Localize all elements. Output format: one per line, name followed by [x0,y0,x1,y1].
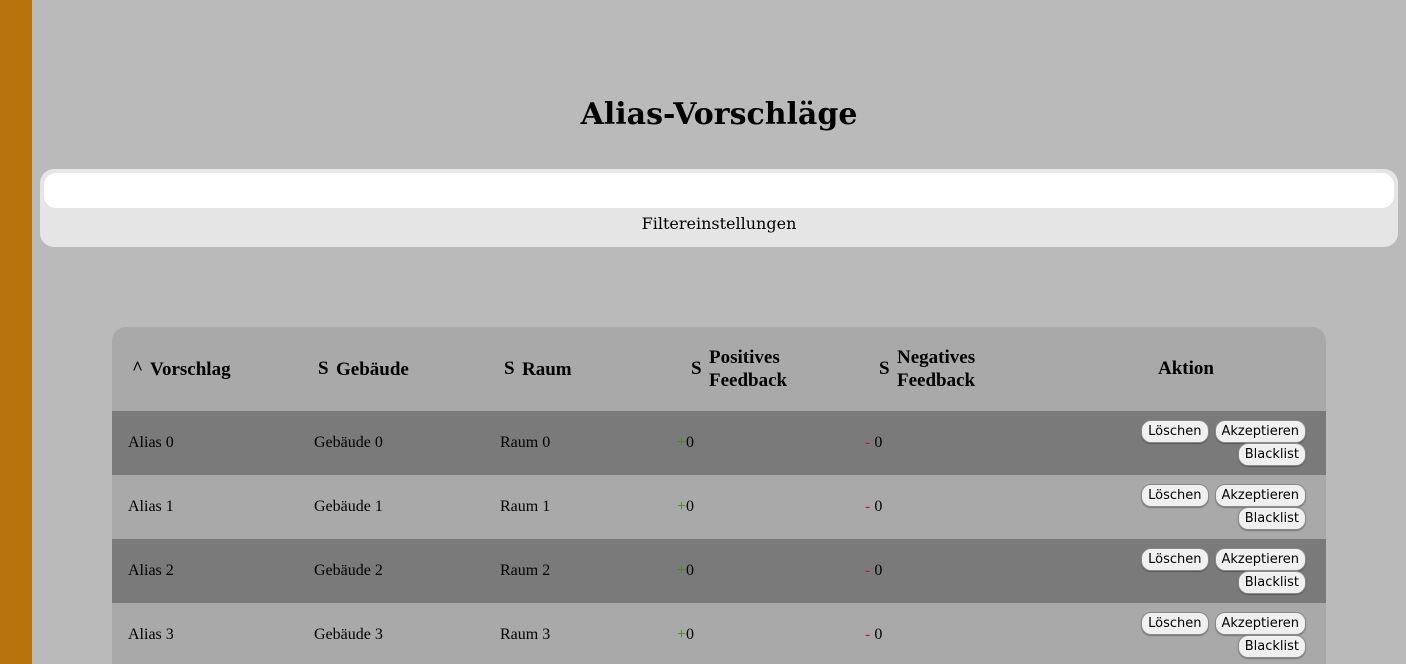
plus-sign: + [677,562,687,579]
cell-positive-feedback: +0 [671,475,859,539]
cell-negative-feedback: -0 [859,411,1046,475]
positive-count: 0 [686,434,695,451]
sort-indicator[interactable]: ^ [112,358,150,380]
table-row: Alias 2 Gebäude 2 Raum 2 +0 -0 Löschen Ak… [112,539,1326,603]
cell-negative-feedback: -0 [859,475,1046,539]
column-header-raum[interactable]: S Raum [484,327,671,411]
blacklist-button[interactable]: Blacklist [1237,507,1306,530]
cell-negative-feedback: -0 [859,603,1046,664]
column-header-aktion: Aktion [1046,327,1326,411]
cell-gebaeude: Gebäude 1 [314,498,383,515]
table-row: Alias 0 Gebäude 0 Raum 0 +0 -0 Löschen Ak… [112,411,1326,475]
accept-button[interactable]: Akzeptieren [1214,420,1306,443]
filter-input[interactable] [44,173,1394,208]
negative-count: 0 [874,434,883,451]
delete-button[interactable]: Löschen [1141,548,1209,571]
column-label: Vorschlag [150,358,231,380]
cell-raum: Raum 2 [500,562,551,579]
minus-sign: - [865,626,871,643]
cell-vorschlag: Alias 2 [128,562,174,579]
accept-button[interactable]: Akzeptieren [1214,484,1306,507]
side-accent-strip [0,0,32,664]
delete-button[interactable]: Löschen [1141,484,1209,507]
cell-raum: Raum 3 [500,626,551,643]
column-header-vorschlag[interactable]: ^ Vorschlag [112,327,298,411]
negative-count: 0 [874,498,883,515]
cell-gebaeude: Gebäude 3 [314,626,383,643]
sort-indicator[interactable]: S [298,358,336,380]
sort-indicator[interactable]: S [859,358,897,380]
delete-button[interactable]: Löschen [1141,420,1209,443]
cell-vorschlag: Alias 0 [128,434,174,451]
column-header-positives-feedback[interactable]: S Positives Feedback [671,327,859,411]
negative-count: 0 [874,626,883,643]
blacklist-button[interactable]: Blacklist [1237,635,1306,658]
blacklist-button[interactable]: Blacklist [1237,443,1306,466]
cell-actions: Löschen AkzeptierenBlacklist [1046,411,1326,475]
delete-button[interactable]: Löschen [1141,612,1209,635]
positive-count: 0 [686,562,695,579]
accept-button[interactable]: Akzeptieren [1214,548,1306,571]
cell-vorschlag: Alias 3 [128,626,174,643]
cell-raum: Raum 0 [500,434,551,451]
column-label: Aktion [1158,358,1214,379]
positive-count: 0 [686,498,695,515]
table-row: Alias 1 Gebäude 1 Raum 1 +0 -0 Löschen Ak… [112,475,1326,539]
sort-indicator[interactable]: S [484,358,522,380]
column-label: Positives Feedback [709,347,788,391]
plus-sign: + [677,498,687,515]
alias-table-container: ^ Vorschlag S Gebäude S Raum S Positives… [112,327,1326,664]
positive-count: 0 [686,626,695,643]
cell-raum: Raum 1 [500,498,551,515]
cell-gebaeude: Gebäude 2 [314,562,383,579]
minus-sign: - [865,562,871,579]
cell-actions: Löschen AkzeptierenBlacklist [1046,475,1326,539]
column-label: Gebäude [336,358,409,380]
plus-sign: + [677,626,687,643]
alias-table: ^ Vorschlag S Gebäude S Raum S Positives… [112,327,1326,664]
cell-positive-feedback: +0 [671,411,859,475]
cell-negative-feedback: -0 [859,539,1046,603]
minus-sign: - [865,498,871,515]
column-header-negatives-feedback[interactable]: S Negatives Feedback [859,327,1046,411]
table-row: Alias 3 Gebäude 3 Raum 3 +0 -0 Löschen Ak… [112,603,1326,664]
plus-sign: + [677,434,687,451]
cell-positive-feedback: +0 [671,539,859,603]
cell-vorschlag: Alias 1 [128,498,174,515]
filter-panel: Filtereinstellungen [40,169,1398,247]
column-label: Negatives Feedback [897,347,976,391]
column-header-gebaeude[interactable]: S Gebäude [298,327,484,411]
column-label: Raum [522,358,572,380]
sort-indicator[interactable]: S [671,358,709,380]
cell-actions: Löschen AkzeptierenBlacklist [1046,603,1326,664]
minus-sign: - [865,434,871,451]
accept-button[interactable]: Akzeptieren [1214,612,1306,635]
blacklist-button[interactable]: Blacklist [1237,571,1306,594]
filter-settings-toggle[interactable]: Filtereinstellungen [40,214,1398,233]
negative-count: 0 [874,562,883,579]
table-header-row: ^ Vorschlag S Gebäude S Raum S Positives… [112,327,1326,411]
cell-gebaeude: Gebäude 0 [314,434,383,451]
page-title: Alias-Vorschläge [580,97,858,132]
cell-positive-feedback: +0 [671,603,859,664]
cell-actions: Löschen AkzeptierenBlacklist [1046,539,1326,603]
